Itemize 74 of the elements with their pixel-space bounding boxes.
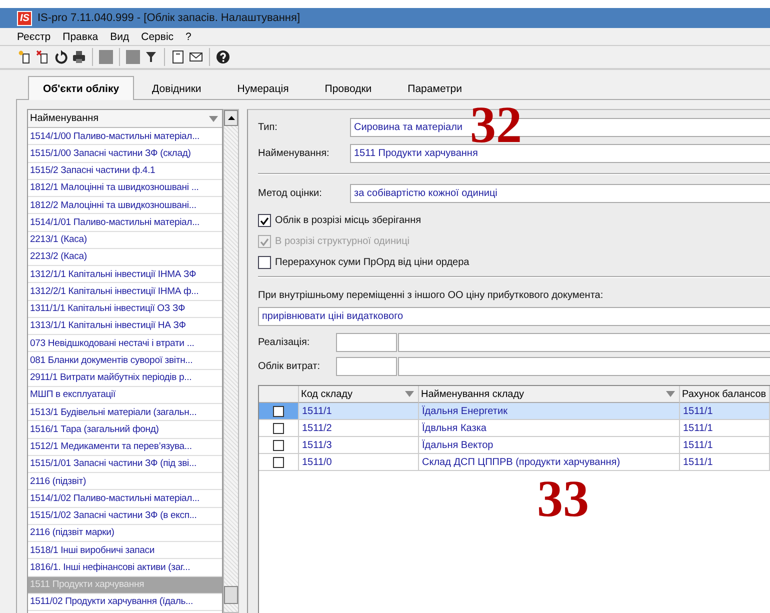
scroll-up-button[interactable]: [224, 110, 238, 126]
menu-item[interactable]: Правка: [62, 30, 98, 42]
checkbox[interactable]: [258, 214, 271, 227]
tab[interactable]: Параметри: [390, 79, 480, 99]
checkbox[interactable]: [273, 406, 284, 416]
table-cell: 1511/3: [299, 437, 419, 454]
dropdown-arrow-icon[interactable]: [209, 116, 218, 122]
field-label: Тип:: [258, 122, 278, 133]
table-cell: 1511/1: [680, 420, 770, 437]
column-header[interactable]: Рахунок балансов: [680, 386, 770, 403]
new-document-icon[interactable]: [18, 50, 32, 64]
field-label: При внутрішньому переміщенні з іншого ОО ціну прибуткового документа:: [258, 289, 604, 303]
form-icon[interactable]: [171, 50, 185, 64]
input-field[interactable]: 1511 Продукти харчування: [350, 144, 770, 163]
annotation-number: 33: [537, 474, 589, 526]
table-cell: 1511/0: [299, 454, 419, 471]
checkbox[interactable]: [273, 456, 284, 468]
table-cell: Склад ДСП ЦППРВ (продукти харчування): [419, 454, 680, 471]
up-arrow-icon: [228, 116, 234, 120]
field-label: Найменування:: [258, 148, 330, 159]
checkmark-icon: [260, 216, 269, 224]
code-field[interactable]: [336, 357, 397, 376]
list-item[interactable]: 1515/1/02 Запасні частини ЗФ (в експ...: [28, 508, 222, 525]
checkbox[interactable]: [258, 256, 271, 269]
scroll-thumb[interactable]: [224, 586, 238, 604]
table-cell: Їдальня Вектор: [419, 437, 680, 454]
list-item[interactable]: 1512/1 Медикаменти та перев’язува...: [28, 438, 222, 456]
field-label: Реалізація:: [258, 337, 311, 348]
help-icon[interactable]: [216, 50, 230, 64]
menu-item[interactable]: Вид: [110, 30, 130, 42]
app-logo: IS: [17, 10, 32, 26]
field-label: Метод оцінки:: [258, 188, 323, 199]
list-item[interactable]: 2213/1 (Каса): [28, 232, 222, 249]
table-cell: Їдвльня Казка: [419, 420, 680, 437]
table-cell: 1511/1: [680, 403, 770, 420]
checkbox[interactable]: [273, 422, 284, 434]
tab[interactable]: Довідники: [134, 79, 220, 99]
tab[interactable]: Нумерація: [219, 79, 307, 99]
checkmark-icon: [260, 238, 269, 246]
code-field[interactable]: [336, 333, 397, 352]
input-field[interactable]: прирівнювати ціні видаткового: [258, 307, 770, 326]
column-header[interactable]: Найменування: [28, 110, 222, 128]
table-cell: 1511/1: [680, 437, 770, 454]
table-cell: 1511/1: [680, 454, 770, 471]
dropdown-arrow-icon[interactable]: [405, 391, 414, 397]
printer-icon[interactable]: [72, 50, 86, 64]
checkbox[interactable]: [273, 440, 284, 450]
delete-document-icon[interactable]: [36, 50, 50, 64]
dropdown-arrow-icon[interactable]: [666, 391, 675, 397]
scrollbar[interactable]: [223, 109, 239, 613]
menu-item[interactable]: Сервіс: [141, 30, 174, 42]
envelope-icon[interactable]: [189, 50, 203, 64]
menu-item[interactable]: Реєстр: [17, 30, 51, 42]
table-cell: 1511/1: [299, 403, 419, 420]
checkbox-label[interactable]: Перерахунок суми ПрОрд від ціни ордера: [258, 252, 770, 273]
list-item[interactable]: 1311/1/1 Капітальні інвестиції ОЗ ЗФ: [28, 300, 222, 318]
input-field[interactable]: [398, 333, 770, 352]
checkbox-label[interactable]: Облік в розрізі місць зберігання: [258, 210, 770, 231]
list-item[interactable]: 2911/1 Витрати майбутніх періодів р...: [28, 370, 222, 387]
input-field[interactable]: [398, 357, 770, 376]
list-item[interactable]: 1515/2 Запасні частини ф.4.1: [28, 162, 222, 180]
header-label: Найменування: [30, 113, 99, 124]
tab[interactable]: Об'єкти обліку: [28, 76, 134, 100]
column-header[interactable]: Код складу: [299, 386, 419, 403]
window-title: IS-pro 7.11.040.999 - [Облік запасів. Налаштування]: [37, 12, 300, 24]
input-field[interactable]: за собівартістю кожної одиниці: [350, 184, 770, 203]
column-header[interactable]: Найменування складу: [419, 386, 680, 403]
field-label: Облік витрат:: [258, 361, 322, 372]
filter-icon[interactable]: [144, 50, 158, 64]
tab[interactable]: Проводки: [306, 79, 390, 99]
menu-item[interactable]: ?: [186, 30, 192, 42]
table-cell: Їдальня Енергетик: [419, 403, 680, 420]
table-cell: 1511/2: [299, 420, 419, 437]
refresh-icon[interactable]: [54, 50, 68, 64]
